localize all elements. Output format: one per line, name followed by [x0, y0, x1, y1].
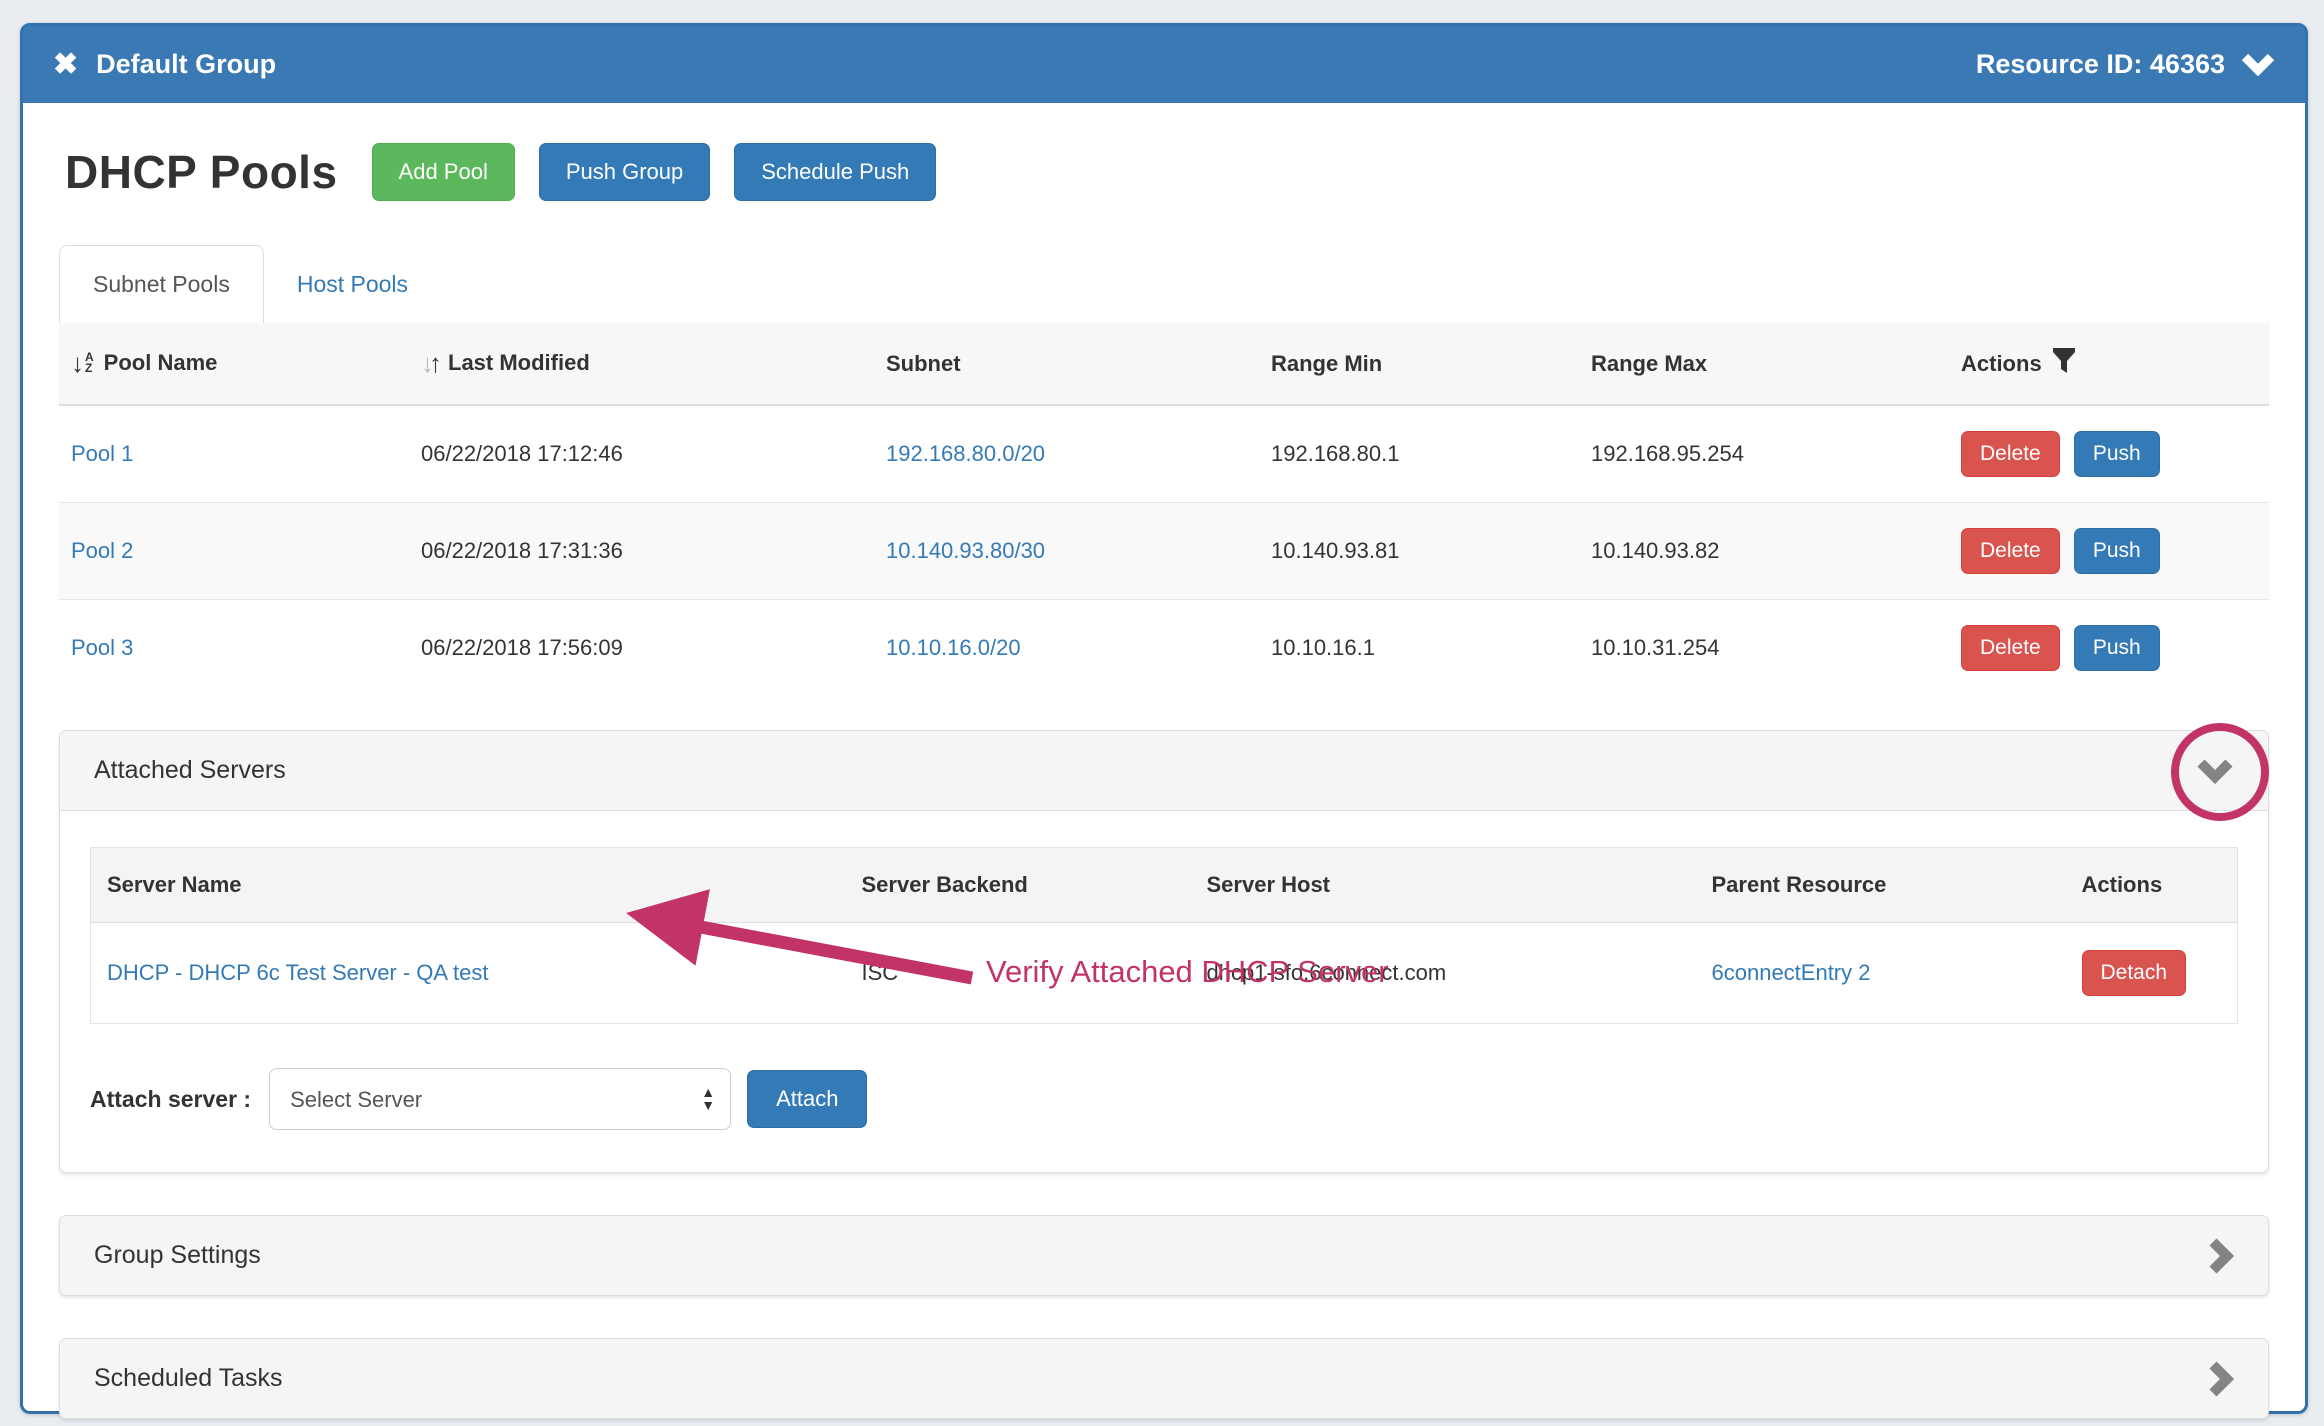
filter-icon[interactable] [2052, 347, 2076, 380]
pool-link[interactable]: Pool 1 [71, 441, 133, 466]
attached-servers-title: Attached Servers [94, 756, 286, 785]
column-actions: Actions [1949, 323, 2269, 405]
range-max-value: 10.10.31.254 [1579, 600, 1949, 697]
column-parent-resource: Parent Resource [1696, 848, 2066, 923]
last-modified-value: 06/22/2018 17:31:36 [409, 503, 874, 600]
column-server-name: Server Name [91, 848, 846, 923]
push-button[interactable]: Push [2074, 431, 2160, 477]
group-title: Default Group [96, 49, 276, 80]
last-modified-value: 06/22/2018 17:56:09 [409, 600, 874, 697]
sort-icon[interactable]: ↓ ↑ [421, 350, 442, 376]
group-settings-title: Group Settings [94, 1241, 261, 1270]
column-range-max: Range Max [1579, 323, 1949, 405]
pool-link[interactable]: Pool 3 [71, 635, 133, 660]
column-server-backend: Server Backend [846, 848, 1191, 923]
column-subnet: Subnet [874, 323, 1259, 405]
attached-servers-panel: Attached Servers Server Name Server Bac [59, 730, 2269, 1173]
add-pool-button[interactable]: Add Pool [372, 143, 515, 201]
delete-button[interactable]: Delete [1961, 431, 2060, 477]
range-min-value: 192.168.80.1 [1259, 405, 1579, 503]
server-select[interactable]: Select Server [269, 1068, 731, 1130]
table-row: Pool 3 06/22/2018 17:56:09 10.10.16.0/20… [59, 600, 2269, 697]
last-modified-value: 06/22/2018 17:12:46 [409, 405, 874, 503]
table-header-row: ↓ A Z Pool Name ↓ [59, 323, 2269, 405]
sort-alpha-icon[interactable]: ↓ A Z [71, 350, 94, 376]
table-header-row: Server Name Server Backend Server Host P… [91, 848, 2238, 923]
column-range-min: Range Min [1259, 323, 1579, 405]
chevron-right-icon[interactable] [2208, 1360, 2234, 1398]
subnet-link[interactable]: 10.140.93.80/30 [886, 538, 1045, 563]
subnet-link[interactable]: 10.10.16.0/20 [886, 635, 1021, 660]
push-button[interactable]: Push [2074, 528, 2160, 574]
attached-servers-header[interactable]: Attached Servers [60, 731, 2268, 810]
group-settings-header[interactable]: Group Settings [60, 1216, 2268, 1295]
resource-id-label: Resource ID: 46363 [1976, 49, 2225, 80]
page-title: DHCP Pools [65, 145, 338, 199]
range-min-value: 10.140.93.81 [1259, 503, 1579, 600]
delete-button[interactable]: Delete [1961, 528, 2060, 574]
push-button[interactable]: Push [2074, 625, 2160, 671]
column-last-modified[interactable]: ↓ ↑ Last Modified [409, 323, 874, 405]
header-chevron-down-icon[interactable] [2241, 53, 2275, 77]
push-group-button[interactable]: Push Group [539, 143, 710, 201]
schedule-push-button[interactable]: Schedule Push [734, 143, 936, 201]
scheduled-tasks-panel: Scheduled Tasks [59, 1338, 2269, 1419]
attach-server-label: Attach server : [90, 1086, 251, 1113]
scheduled-tasks-header[interactable]: Scheduled Tasks [60, 1339, 2268, 1418]
pool-tabs: Subnet Pools Host Pools [59, 245, 2269, 323]
column-pool-name[interactable]: ↓ A Z Pool Name [59, 323, 409, 405]
table-row: Pool 1 06/22/2018 17:12:46 192.168.80.0/… [59, 405, 2269, 503]
group-header-bar: ✖ Default Group Resource ID: 46363 [23, 26, 2305, 103]
server-host-value: dhcp1-sfo.6connect.com [1191, 923, 1696, 1024]
group-settings-panel: Group Settings [59, 1215, 2269, 1296]
range-max-value: 10.140.93.82 [1579, 503, 1949, 600]
tab-host-pools[interactable]: Host Pools [264, 246, 441, 323]
attached-servers-table: Server Name Server Backend Server Host P… [90, 847, 2238, 1024]
table-row: Pool 2 06/22/2018 17:31:36 10.140.93.80/… [59, 503, 2269, 600]
range-min-value: 10.10.16.1 [1259, 600, 1579, 697]
column-server-host: Server Host [1191, 848, 1696, 923]
chevron-down-icon[interactable] [2196, 758, 2234, 784]
server-name-link[interactable]: DHCP - DHCP 6c Test Server - QA test [107, 960, 488, 985]
subnet-link[interactable]: 192.168.80.0/20 [886, 441, 1045, 466]
range-max-value: 192.168.95.254 [1579, 405, 1949, 503]
attach-button[interactable]: Attach [747, 1070, 867, 1128]
default-group-card: ✖ Default Group Resource ID: 46363 DHCP … [20, 23, 2308, 1414]
delete-button[interactable]: Delete [1961, 625, 2060, 671]
pool-link[interactable]: Pool 2 [71, 538, 133, 563]
chevron-right-icon[interactable] [2208, 1237, 2234, 1275]
column-actions: Actions [2066, 848, 2238, 923]
table-row: DHCP - DHCP 6c Test Server - QA test ISC… [91, 923, 2238, 1024]
subnet-pools-table: ↓ A Z Pool Name ↓ [59, 323, 2269, 696]
detach-button[interactable]: Detach [2082, 950, 2187, 996]
parent-resource-link[interactable]: 6connectEntry 2 [1712, 960, 1871, 985]
close-icon[interactable]: ✖ [53, 50, 78, 80]
server-backend-value: ISC [846, 923, 1191, 1024]
scheduled-tasks-title: Scheduled Tasks [94, 1364, 283, 1393]
tab-subnet-pools[interactable]: Subnet Pools [59, 245, 264, 323]
